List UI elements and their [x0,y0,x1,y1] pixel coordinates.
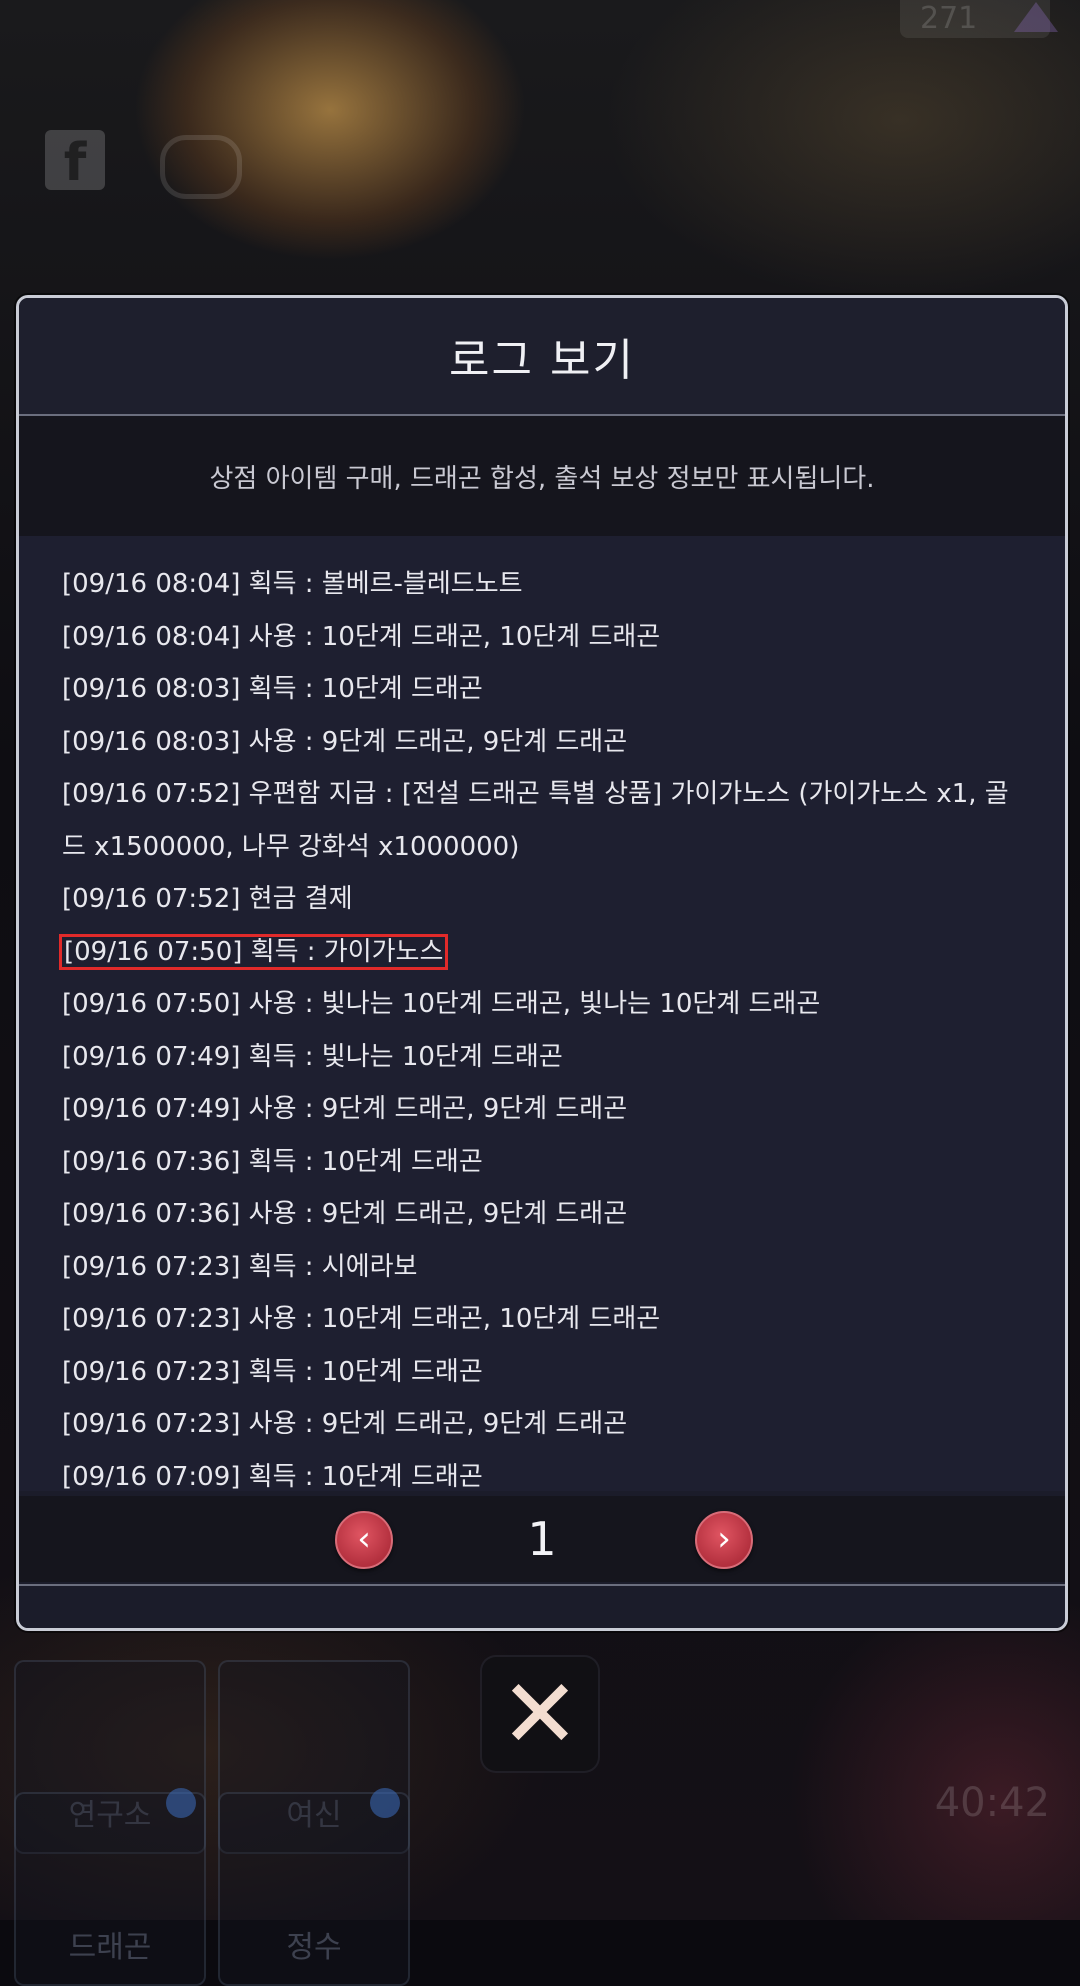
log-entry: [09/16 07:09] 획득 : 10단계 드래곤 [62,1451,1027,1492]
gamepad-icon [160,135,242,199]
log-entry-text: [09/16 08:04] 획득 : 볼베르-블레드노트 [62,569,523,599]
log-entry: [09/16 07:36] 사용 : 9단계 드래곤, 9단계 드래곤 [62,1188,1027,1241]
upgrade-badge-icon [370,1788,400,1818]
log-modal: 로그 보기 상점 아이템 구매, 드래곤 합성, 출석 보상 정보만 표시됩니다… [16,295,1068,1631]
log-entry-text: [09/16 07:09] 획득 : 10단계 드래곤 [62,1461,483,1492]
modal-title: 로그 보기 [449,335,635,386]
log-entry: [09/16 07:52] 현금 결제 [62,873,1027,926]
timer-text: 40:42 [934,1780,1050,1826]
log-entry: [09/16 07:36] 획득 : 10단계 드래곤 [62,1136,1027,1189]
log-entry: [09/16 07:50] 사용 : 빛나는 10단계 드래곤, 빛나는 10단… [62,978,1027,1031]
modal-footer [19,1584,1065,1628]
log-entry: [09/16 07:23] 획득 : 시에라보 [62,1241,1027,1294]
log-entry: [09/16 07:23] 획득 : 10단계 드래곤 [62,1346,1027,1399]
log-entry: [09/16 07:49] 사용 : 9단계 드래곤, 9단계 드래곤 [62,1083,1027,1136]
log-entry-text: [09/16 07:52] 현금 결제 [62,884,353,914]
log-entry: [09/16 08:04] 획득 : 볼베르-블레드노트 [62,558,1027,611]
log-entry-text: [09/16 07:50] 사용 : 빛나는 10단계 드래곤, 빛나는 10단… [62,989,821,1019]
tile-essence: 정수 [218,1788,410,1986]
log-entry-text: [09/16 08:03] 획득 : 10단계 드래곤 [62,674,483,704]
facebook-icon: f [45,130,105,193]
log-entry: [09/16 07:23] 사용 : 9단계 드래곤, 9단계 드래곤 [62,1398,1027,1451]
upgrade-badge-icon [166,1788,196,1818]
close-button[interactable]: ✕ [482,1657,598,1771]
notice-bar: 상점 아이템 구매, 드래곤 합성, 출석 보상 정보만 표시됩니다. [19,416,1065,536]
log-entry: [09/16 07:49] 획득 : 빛나는 10단계 드래곤 [62,1031,1027,1084]
tile-label: 드래곤 [68,1930,152,1965]
log-entry-text: [09/16 08:04] 사용 : 10단계 드래곤, 10단계 드래곤 [62,621,661,652]
page-number: 1 [527,1512,557,1566]
tile-dragon: 드래곤 [14,1788,206,1986]
notice-text: 상점 아이템 구매, 드래곤 합성, 출석 보상 정보만 표시됩니다. [209,463,875,494]
modal-header: 로그 보기 [19,298,1065,416]
log-entry-text: [09/16 07:52] 우편함 지급 : [전설 드래곤 특별 상품] 가이… [62,779,1009,862]
log-entry-text: [09/16 07:50] 획득 : 가이가노스 [58,933,449,970]
log-entry-text: [09/16 07:36] 획득 : 10단계 드래곤 [62,1146,483,1177]
log-entry: [09/16 07:52] 우편함 지급 : [전설 드래곤 특별 상품] 가이… [62,768,1027,873]
log-entry-text: [09/16 07:49] 사용 : 9단계 드래곤, 9단계 드래곤 [62,1094,628,1124]
currency-counter-value: 271 [920,1,978,36]
next-page-button[interactable]: › [695,1511,753,1569]
log-entry-text: [09/16 07:36] 사용 : 9단계 드래곤, 9단계 드래곤 [62,1199,628,1229]
log-entry: [09/16 08:03] 사용 : 9단계 드래곤, 9단계 드래곤 [62,716,1027,769]
log-list[interactable]: [09/16 08:04] 획득 : 볼베르-블레드노트 [09/16 08:04… [19,536,1065,1491]
close-icon: ✕ [499,1658,581,1770]
log-entry-text: [09/16 07:23] 획득 : 시에라보 [62,1251,418,1282]
log-entry: [09/16 07:23] 사용 : 10단계 드래곤, 10단계 드래곤 [62,1293,1027,1346]
log-entry-text: [09/16 07:23] 사용 : 9단계 드래곤, 9단계 드래곤 [62,1409,628,1439]
log-entry: [09/16 08:04] 사용 : 10단계 드래곤, 10단계 드래곤 [62,611,1027,664]
chevron-right-icon: › [717,1519,731,1559]
prev-page-button[interactable]: ‹ [335,1511,393,1569]
log-entry-text: [09/16 07:23] 사용 : 10단계 드래곤, 10단계 드래곤 [62,1304,661,1334]
log-entry-text: [09/16 07:49] 획득 : 빛나는 10단계 드래곤 [62,1041,563,1072]
tile-label: 정수 [286,1930,342,1965]
log-entry: [09/16 07:50] 획득 : 가이가노스 [58,926,1027,979]
log-entry-text: [09/16 07:23] 획득 : 10단계 드래곤 [62,1356,483,1387]
chevron-left-icon: ‹ [357,1519,371,1559]
log-entry-text: [09/16 08:03] 사용 : 9단계 드래곤, 9단계 드래곤 [62,726,628,757]
pager: ‹ 1 › [19,1496,1065,1582]
gem-icon [1014,2,1058,32]
log-entry: [09/16 08:03] 획득 : 10단계 드래곤 [62,663,1027,716]
